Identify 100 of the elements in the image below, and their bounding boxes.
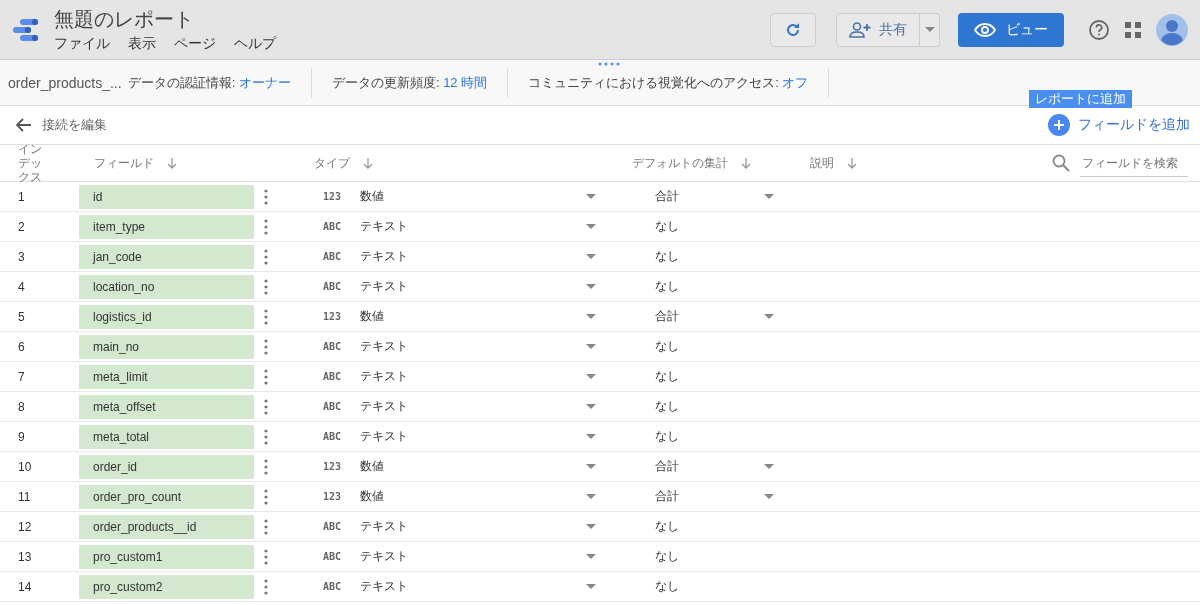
field-chip[interactable]: main_no xyxy=(79,334,254,359)
more-options-icon[interactable] xyxy=(264,368,268,385)
dropdown-icon[interactable] xyxy=(586,254,596,259)
field-chip[interactable]: logistics_id xyxy=(79,304,254,329)
dropdown-icon[interactable] xyxy=(586,554,596,559)
dropdown-icon[interactable] xyxy=(586,404,596,409)
type-cell[interactable]: 数値 xyxy=(360,308,586,325)
share-menu-button[interactable] xyxy=(920,12,940,47)
add-field-button[interactable]: フィールドを追加 xyxy=(1048,114,1190,136)
dropdown-icon[interactable] xyxy=(764,464,774,469)
type-cell[interactable]: 数値 xyxy=(360,188,586,205)
dropdown-icon[interactable] xyxy=(586,464,596,469)
type-cell[interactable]: テキスト xyxy=(360,518,586,535)
aggregation-cell[interactable]: 合計 xyxy=(655,308,764,325)
more-options-icon[interactable] xyxy=(264,248,268,265)
type-cell[interactable]: テキスト xyxy=(360,398,586,415)
info-link[interactable]: オーナー xyxy=(238,74,291,90)
caret-icon[interactable] xyxy=(924,27,935,32)
apps-button[interactable] xyxy=(1124,20,1142,39)
info-link[interactable]: 12 時間 xyxy=(443,74,488,90)
help-button[interactable] xyxy=(1088,18,1110,41)
aggregation-cell[interactable]: 合計 xyxy=(655,458,764,475)
dropdown-icon[interactable] xyxy=(764,494,774,499)
share-button[interactable]: 共有 xyxy=(836,12,920,47)
type-cell[interactable]: 数値 xyxy=(360,458,586,475)
aggregation-cell[interactable]: なし xyxy=(655,368,764,385)
more-options-icon[interactable] xyxy=(264,518,268,535)
field-chip[interactable]: meta_total xyxy=(79,424,254,449)
more-options-icon[interactable] xyxy=(264,338,268,355)
aggregation-cell[interactable]: なし xyxy=(655,398,764,415)
sort-arrow-icon[interactable] xyxy=(740,157,752,169)
dropdown-icon[interactable] xyxy=(586,374,596,379)
more-options-icon[interactable] xyxy=(264,188,268,205)
aggregation-cell[interactable]: 合計 xyxy=(655,188,764,205)
column-header[interactable]: フィールド xyxy=(94,154,154,172)
sort-arrow-icon[interactable] xyxy=(846,157,858,169)
field-chip[interactable]: meta_offset xyxy=(79,394,254,419)
dropdown-icon[interactable] xyxy=(586,434,596,439)
field-chip[interactable]: order_pro_count xyxy=(79,484,254,509)
field-chip[interactable]: order_id xyxy=(79,454,254,479)
dropdown-icon[interactable] xyxy=(586,284,596,289)
report-title[interactable]: 無題のレポート xyxy=(54,6,756,33)
more-options-icon[interactable] xyxy=(264,488,268,505)
type-cell[interactable]: テキスト xyxy=(360,368,586,385)
field-chip[interactable]: meta_limit xyxy=(79,364,254,389)
field-chip[interactable]: item_type xyxy=(79,214,254,239)
type-cell[interactable]: 数値 xyxy=(360,488,586,505)
more-options-icon[interactable] xyxy=(264,458,268,475)
aggregation-cell[interactable]: なし xyxy=(655,218,764,235)
field-chip[interactable]: pro_custom2 xyxy=(79,574,254,599)
type-cell[interactable]: テキスト xyxy=(360,428,586,445)
dropdown-icon[interactable] xyxy=(586,494,596,499)
edit-connection-button[interactable]: 接続を編集 xyxy=(16,116,107,134)
aggregation-cell[interactable]: なし xyxy=(655,548,764,565)
sort-arrow-icon[interactable] xyxy=(362,157,374,169)
more-options-icon[interactable] xyxy=(264,428,268,445)
dropdown-icon[interactable] xyxy=(764,194,774,199)
search-field[interactable]: フィールドを検索 xyxy=(1080,149,1188,177)
field-chip[interactable]: jan_code xyxy=(79,244,254,269)
dropdown-icon[interactable] xyxy=(586,314,596,319)
column-header[interactable]: タイプ xyxy=(314,154,350,172)
aggregation-cell[interactable]: なし xyxy=(655,248,764,265)
avatar[interactable] xyxy=(1156,13,1188,46)
type-cell[interactable]: テキスト xyxy=(360,248,586,265)
more-options-icon[interactable] xyxy=(264,308,268,325)
column-header[interactable]: 説明 xyxy=(810,154,834,172)
aggregation-cell[interactable]: なし xyxy=(655,278,764,295)
type-cell[interactable]: テキスト xyxy=(360,578,586,595)
menu-item[interactable]: ヘルプ xyxy=(234,35,276,53)
refresh-button[interactable] xyxy=(770,12,816,47)
aggregation-cell[interactable]: なし xyxy=(655,338,764,355)
column-header[interactable]: デフォルトの集計 xyxy=(632,154,728,172)
aggregation-cell[interactable]: なし xyxy=(655,578,764,595)
menu-item[interactable]: ファイル xyxy=(54,35,110,53)
menu-item[interactable]: 表示 xyxy=(128,35,156,53)
dropdown-icon[interactable] xyxy=(586,584,596,589)
sort-arrow-icon[interactable] xyxy=(166,157,178,169)
more-options-icon[interactable] xyxy=(264,578,268,595)
type-cell[interactable]: テキスト xyxy=(360,338,586,355)
aggregation-cell[interactable]: 合計 xyxy=(655,488,764,505)
dropdown-icon[interactable] xyxy=(586,194,596,199)
view-button[interactable]: ビュー xyxy=(958,12,1064,47)
dropdown-icon[interactable] xyxy=(586,224,596,229)
menu-item[interactable]: ページ xyxy=(174,35,216,53)
field-chip[interactable]: order_products__id xyxy=(79,514,254,539)
field-chip[interactable]: pro_custom1 xyxy=(79,544,254,569)
aggregation-cell[interactable]: なし xyxy=(655,518,764,535)
type-cell[interactable]: テキスト xyxy=(360,218,586,235)
dropdown-icon[interactable] xyxy=(586,524,596,529)
aggregation-cell[interactable]: なし xyxy=(655,428,764,445)
drag-handle-icon[interactable] xyxy=(598,62,622,66)
dropdown-icon[interactable] xyxy=(764,314,774,319)
type-cell[interactable]: テキスト xyxy=(360,278,586,295)
more-options-icon[interactable] xyxy=(264,218,268,235)
type-cell[interactable]: テキスト xyxy=(360,548,586,565)
field-chip[interactable]: id xyxy=(79,184,254,209)
info-link[interactable]: オフ xyxy=(782,74,809,90)
more-options-icon[interactable] xyxy=(264,398,268,415)
more-options-icon[interactable] xyxy=(264,548,268,565)
dropdown-icon[interactable] xyxy=(586,344,596,349)
